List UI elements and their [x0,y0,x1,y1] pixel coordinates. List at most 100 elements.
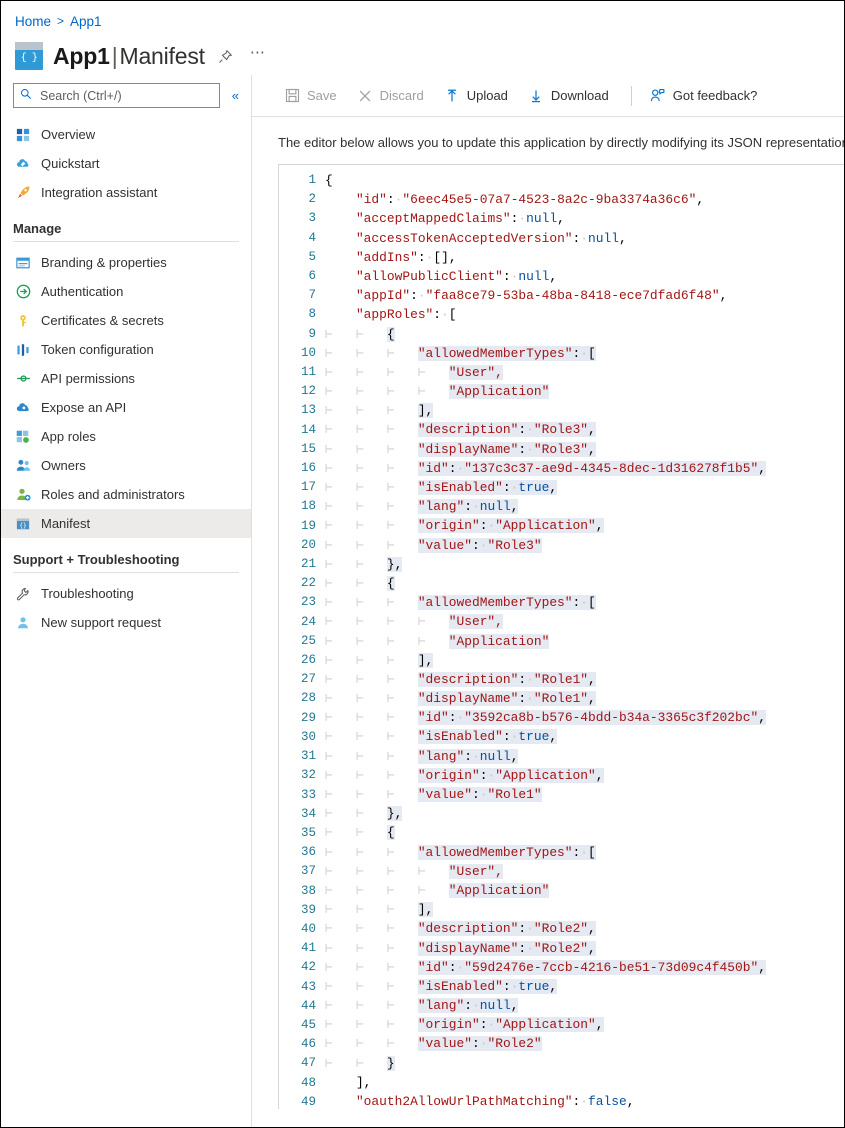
code-line[interactable]: { [325,171,844,190]
code-line[interactable]: "acceptMappedClaims":·null, [325,209,844,228]
code-line[interactable]: ⊢ ⊢ ⊢ "id":·"3592ca8b-b576-4bdd-b34a-336… [325,708,844,727]
code-line[interactable]: "id":·"6eec45e5-07a7-4523-8a2c-9ba3374a3… [325,190,844,209]
code-line[interactable]: ⊢ ⊢ ⊢ "lang":·null, [325,996,844,1015]
code-line[interactable]: ⊢ ⊢ ⊢ "displayName":·"Role3", [325,440,844,459]
code-line[interactable]: ⊢ ⊢ ⊢ "value":·"Role1" [325,785,844,804]
code-line[interactable]: ⊢ ⊢ }, [325,555,844,574]
sidebar-item-manifest[interactable]: {} Manifest [1,509,251,538]
sidebar-divider [13,241,239,242]
got-feedback-button[interactable]: Got feedback? [644,84,768,108]
ellipsis-icon[interactable]: ⋯ [247,44,269,67]
json-editor[interactable]: 1 2 3 4 5 6 7 8 9 10 11 12 13 14 15 16 17 18 19 20 21 22 23 24 2… [278,164,844,1109]
code-line[interactable]: ⊢ ⊢ { [325,823,844,842]
code-line[interactable]: "appRoles":·[ [325,305,844,324]
sidebar-item-label: Overview [41,127,96,142]
code-line[interactable]: ⊢ ⊢ ⊢ "description":·"Role1", [325,670,844,689]
breadcrumb-current-link[interactable]: App1 [70,14,102,29]
code-line[interactable]: ⊢ ⊢ } [325,1054,844,1073]
code-line[interactable]: ⊢ ⊢ ⊢ "allowedMemberTypes":·[ [325,843,844,862]
sidebar-item-label: API permissions [41,371,135,386]
sidebar-item-api-permissions[interactable]: API permissions [1,364,251,393]
editor-code-area[interactable]: { "id":·"6eec45e5-07a7-4523-8a2c-9ba3374… [325,165,844,1109]
code-line[interactable]: ⊢ ⊢ ⊢ ⊢ "Application" [325,382,844,401]
code-line[interactable]: "oauth2AllowUrlPathMatching":·false, [325,1092,844,1109]
download-button-label: Download [550,88,609,103]
code-line[interactable]: ⊢ ⊢ ⊢ "origin":·"Application", [325,766,844,785]
code-line[interactable]: "allowPublicClient":·null, [325,267,844,286]
discard-button[interactable]: Discard [351,84,434,108]
grid-overview-icon [15,127,31,143]
code-line[interactable]: ⊢ ⊢ ⊢ ⊢ "User", [325,363,844,382]
sidebar-item-new-support-request[interactable]: New support request [1,608,251,637]
code-line[interactable]: ⊢ ⊢ { [325,574,844,593]
breadcrumb-home-link[interactable]: Home [15,14,51,29]
code-line[interactable]: "appId":·"faa8ce79-53ba-48ba-8418-ece7df… [325,286,844,305]
code-line[interactable]: ⊢ ⊢ ⊢ "lang":·null, [325,747,844,766]
code-line[interactable]: "addIns":·[], [325,248,844,267]
svg-text:{}: {} [19,522,27,529]
app-roles-icon [15,429,31,445]
pin-icon[interactable] [215,45,237,67]
sidebar-item-label: Integration assistant [41,185,158,200]
sidebar-item-expose-an-api[interactable]: Expose an API [1,393,251,422]
download-arrow-icon [528,88,544,104]
code-line[interactable]: ⊢ ⊢ }, [325,804,844,823]
azure-portal-manifest-blade: Home > App1 { } App1|Manifest ⋯ Search (… [0,0,845,1128]
download-button[interactable]: Download [522,84,619,108]
sidebar-item-label: Manifest [41,516,91,531]
sidebar-item-quickstart[interactable]: Quickstart [1,149,251,178]
code-line[interactable]: ⊢ ⊢ ⊢ ⊢ "Application" [325,632,844,651]
code-line[interactable]: ⊢ ⊢ ⊢ "value":·"Role3" [325,536,844,555]
manifest-icon: {} [15,516,31,532]
code-line[interactable]: ⊢ ⊢ ⊢ ], [325,401,844,420]
code-line[interactable]: ⊢ ⊢ ⊢ "displayName":·"Role1", [325,689,844,708]
code-line[interactable]: ⊢ ⊢ ⊢ "displayName":·"Role2", [325,939,844,958]
save-button[interactable]: Save [278,84,347,108]
code-line[interactable]: ⊢ ⊢ ⊢ "isEnabled":·true, [325,478,844,497]
upload-button[interactable]: Upload [438,84,518,108]
code-line[interactable]: ⊢ ⊢ ⊢ "allowedMemberTypes":·[ [325,344,844,363]
sidebar-search-row: « [1,83,251,108]
code-line[interactable]: ⊢ ⊢ ⊢ "allowedMemberTypes":·[ [325,593,844,612]
code-line[interactable]: ⊢ ⊢ ⊢ ⊢ "User", [325,612,844,631]
sidebar-item-roles-and-administrators[interactable]: Roles and administrators [1,480,251,509]
code-line[interactable]: ⊢ ⊢ ⊢ ⊢ "Application" [325,881,844,900]
double-chevron-left-icon[interactable]: « [228,88,243,103]
code-line[interactable]: ⊢ ⊢ ⊢ "origin":·"Application", [325,1015,844,1034]
sidebar-item-troubleshooting[interactable]: Troubleshooting [1,579,251,608]
code-line[interactable]: ⊢ ⊢ ⊢ "id":·"59d2476e-7ccb-4216-be51-73d… [325,958,844,977]
sidebar-item-owners[interactable]: Owners [1,451,251,480]
sidebar-group-manage: Manage [13,221,62,236]
code-line[interactable]: ⊢ ⊢ ⊢ ], [325,900,844,919]
code-line[interactable]: ⊢ ⊢ ⊢ "id":·"137c3c37-ae9d-4345-8dec-1d3… [325,459,844,478]
sidebar-item-branding-properties[interactable]: Branding & properties [1,248,251,277]
code-line[interactable]: "accessTokenAcceptedVersion":·null, [325,229,844,248]
api-permissions-icon [15,371,31,387]
code-line[interactable]: ⊢ ⊢ ⊢ "value":·"Role2" [325,1034,844,1053]
search-box[interactable] [13,83,220,108]
sidebar-item-token-configuration[interactable]: Token configuration [1,335,251,364]
code-line[interactable]: ⊢ ⊢ ⊢ "isEnabled":·true, [325,727,844,746]
page-title-section: Manifest [119,42,205,69]
code-line[interactable]: ⊢ ⊢ ⊢ "description":·"Role2", [325,919,844,938]
code-line[interactable]: ⊢ ⊢ ⊢ "origin":·"Application", [325,516,844,535]
sidebar-item-label: Roles and administrators [41,487,185,502]
code-line[interactable]: ⊢ ⊢ ⊢ "isEnabled":·true, [325,977,844,996]
search-input[interactable] [38,87,213,104]
sidebar-item-overview[interactable]: Overview [1,120,251,149]
sidebar-item-integration-assistant[interactable]: Integration assistant [1,178,251,207]
code-line[interactable]: ⊢ ⊢ ⊢ ⊢ "User", [325,862,844,881]
page-title-app: App1 [53,42,110,69]
code-line[interactable]: ⊢ ⊢ ⊢ "description":·"Role3", [325,420,844,439]
sidebar-item-label: Token configuration [41,342,154,357]
sidebar-item-app-roles[interactable]: App roles [1,422,251,451]
code-line[interactable]: ⊢ ⊢ ⊢ "lang":·null, [325,497,844,516]
sidebar-divider [13,572,239,573]
sidebar-item-label: App roles [41,429,96,444]
code-line[interactable]: ], [325,1073,844,1092]
sidebar-item-authentication[interactable]: Authentication [1,277,251,306]
code-line[interactable]: ⊢ ⊢ ⊢ ], [325,651,844,670]
sidebar-item-certificates-secrets[interactable]: Certificates & secrets [1,306,251,335]
code-line[interactable]: ⊢ ⊢ { [325,325,844,344]
authentication-icon [15,284,31,300]
